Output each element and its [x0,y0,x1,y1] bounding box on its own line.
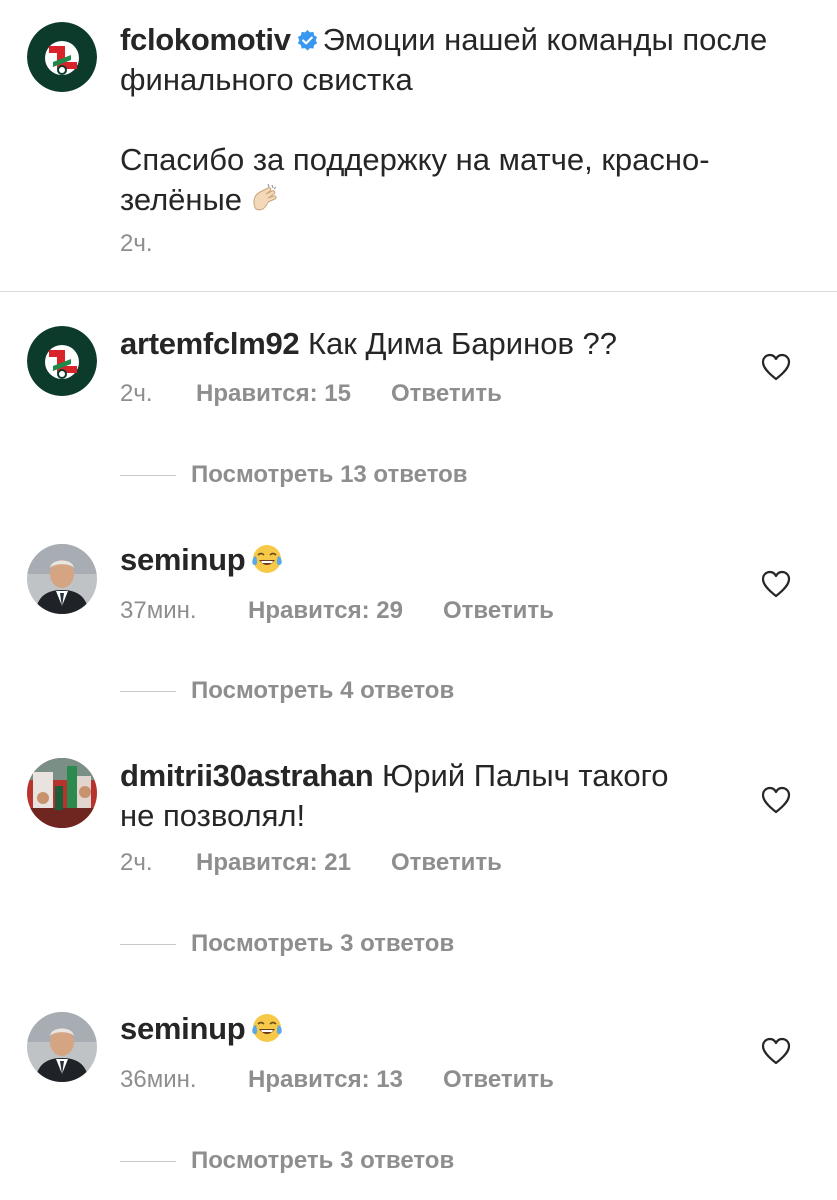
lokomotiv-logo-icon [27,326,97,396]
replies-line [120,944,176,945]
post-time: 2ч. [120,229,153,259]
like-heart-icon[interactable] [761,786,791,814]
avatar[interactable] [27,22,97,92]
view-replies-label: Посмотреть 4 ответов [191,677,455,704]
comment-username[interactable]: artemfclm92 [120,326,300,361]
like-heart-icon[interactable] [761,1037,791,1065]
comment-text: artemfclm92 Как Дима Баринов ?? [120,324,617,364]
avatar[interactable] [27,326,97,396]
reply-button[interactable]: Ответить [391,848,502,878]
man-portrait-icon [27,1012,97,1082]
comment-likes[interactable]: Нравится: 13 [248,1065,403,1095]
view-replies-label: Посмотреть 3 ответов [191,930,455,957]
comment-likes[interactable]: Нравится: 15 [196,379,351,409]
avatar[interactable] [27,758,97,828]
tears-of-joy-icon [251,1012,283,1044]
caption-first-line: fclokomotiv Эмоции нашей команды после [120,20,767,60]
man-portrait-icon [27,544,97,614]
comment-body: Юрий Палыч такого [381,758,669,793]
avatar[interactable] [27,544,97,614]
comment-likes[interactable]: Нравится: 21 [196,848,351,878]
comment-meta: 2ч. Нравится: 21 Ответить [120,848,502,878]
reply-button[interactable]: Ответить [443,1065,554,1095]
comment-item: seminup 37мин. Нравится: 29 Ответить Посмо… [0,507,837,727]
comment-username[interactable]: dmitrii30astrahan [120,758,374,793]
post-caption: fclokomotiv Эмоции нашей команды после фи… [0,0,837,291]
comment-meta: 36мин. Нравится: 13 Ответить [120,1065,554,1095]
comment-likes[interactable]: Нравится: 29 [248,596,403,626]
comment-text: seminup [120,1009,283,1049]
avatar[interactable] [27,1012,97,1082]
comment-time: 37мин. [120,597,197,624]
comment-time: 2ч. [120,849,153,876]
comment-meta: 2ч. Нравится: 15 Ответить [120,379,502,409]
comment-item: dmitrii30astrahan Юрий Палыч такого не п… [0,727,837,980]
post-username[interactable]: fclokomotiv [120,22,291,57]
comment-text: dmitrii30astrahan Юрий Палыч такого не п… [120,756,669,836]
replies-line [120,691,176,692]
caption-fourth-line: зелёные [120,180,767,220]
like-heart-icon[interactable] [761,353,791,381]
comment-item: seminup 36мин. Нравится: 13 Ответить Посмо… [0,980,837,1200]
replies-line [120,1161,176,1162]
verified-badge-icon [297,29,317,51]
comment-item: artemfclm92 Как Дима Баринов ?? 2ч. Нрави… [0,292,837,507]
clapping-hands-icon [248,183,280,215]
comment-first-line: dmitrii30astrahan Юрий Палыч такого [120,756,669,796]
caption-line-2: финального свистка [120,62,413,97]
view-replies-label: Посмотреть 13 ответов [191,461,468,488]
view-replies-label: Посмотреть 3 ответов [191,1147,455,1174]
football-fans-icon [27,758,97,828]
lokomotiv-logo-icon [27,22,97,92]
caption-line-1: Эмоции нашей команды после [322,22,768,57]
comment-meta: 37мин. Нравится: 29 Ответить [120,596,554,626]
post-time-text: 2ч. [120,230,153,257]
comment-username[interactable]: seminup [120,1011,246,1046]
comment-body-line-2: не позволял! [120,798,306,833]
caption-text: fclokomotiv Эмоции нашей команды после фи… [120,20,767,220]
reply-button[interactable]: Ответить [443,596,554,626]
caption-line-4: зелёные [120,182,243,217]
replies-line [120,475,176,476]
caption-line-3: Спасибо за поддержку на матче, красно- [120,142,710,177]
tears-of-joy-icon [251,543,283,575]
comment-body: Как Дима Баринов ?? [307,326,618,361]
comment-text: seminup [120,540,283,580]
comment-time: 36мин. [120,1066,197,1093]
like-heart-icon[interactable] [761,570,791,598]
comment-username[interactable]: seminup [120,542,246,577]
reply-button[interactable]: Ответить [391,379,502,409]
comment-time: 2ч. [120,380,153,407]
